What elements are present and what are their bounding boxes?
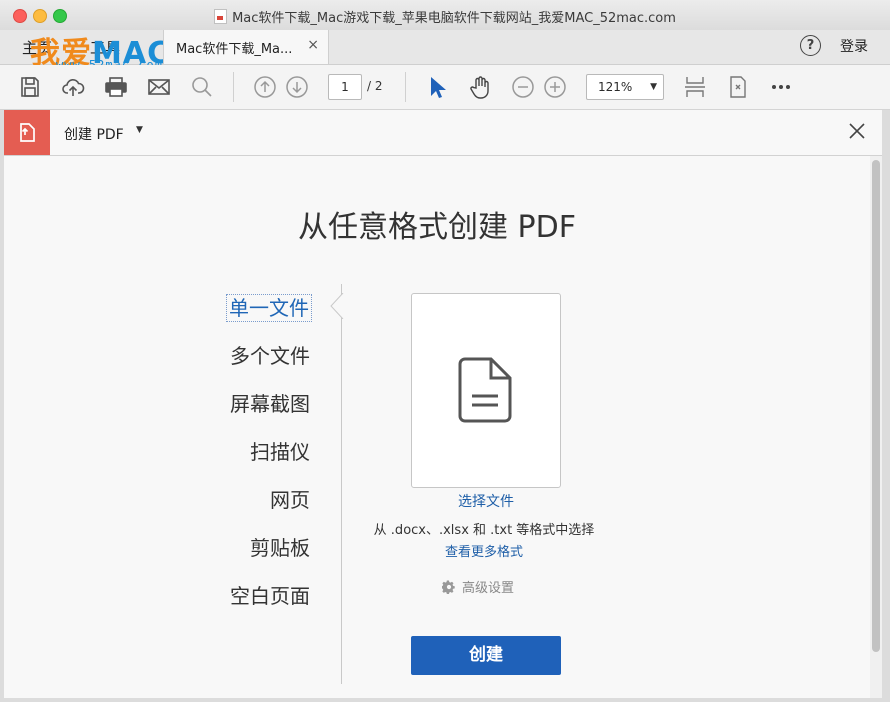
pdf-document-icon [214, 9, 228, 24]
main-toolbar: 1 / 2 121% ▼ [0, 65, 890, 110]
close-tool-icon[interactable] [847, 121, 867, 145]
create-pdf-tool-icon [4, 110, 50, 155]
page-number-input[interactable]: 1 [328, 74, 362, 100]
select-cursor-icon[interactable] [425, 75, 449, 99]
close-tab-icon[interactable]: × [307, 37, 319, 53]
option-web-page[interactable]: 网页 [4, 484, 310, 513]
scrollbar-thumb[interactable] [872, 160, 880, 652]
toolbar-divider [233, 72, 234, 102]
hand-tool-icon[interactable] [468, 75, 492, 99]
page-title: 从任意格式创建 PDF [298, 210, 576, 245]
window-titlebar: Mac软件下载_Mac游戏下载_苹果电脑软件下载网站_我爱MAC_52mac.c… [0, 0, 890, 30]
create-button[interactable]: 创建 [411, 636, 561, 675]
zoom-select[interactable]: 121% ▼ [586, 74, 664, 100]
advanced-settings-link[interactable]: 高级设置 [442, 577, 514, 596]
print-icon[interactable] [104, 75, 128, 99]
supported-formats-text: 从 .docx、.xlsx 和 .txt 等格式中选择 [373, 523, 595, 538]
file-drop-card[interactable] [411, 293, 561, 488]
document-icon [458, 357, 512, 423]
zoom-value: 121% [598, 80, 633, 94]
option-single-file[interactable]: 单一文件 [4, 292, 312, 322]
next-page-icon[interactable] [285, 75, 309, 99]
toolbar-divider [405, 72, 406, 102]
window-title: Mac软件下载_Mac游戏下载_苹果电脑软件下载网站_我爱MAC_52mac.c… [232, 11, 676, 26]
window-title-container: Mac软件下载_Mac游戏下载_苹果电脑软件下载网站_我爱MAC_52mac.c… [0, 7, 890, 26]
option-scanner[interactable]: 扫描仪 [4, 436, 310, 465]
create-pdf-menu-label[interactable]: 创建 PDF [64, 124, 124, 144]
option-blank-page[interactable]: 空白页面 [4, 580, 310, 609]
option-multiple-files[interactable]: 多个文件 [4, 340, 310, 369]
page-total: / 2 [367, 79, 383, 93]
more-options-icon[interactable] [769, 75, 793, 99]
more-formats-link[interactable]: 查看更多格式 [384, 541, 584, 560]
tab-document[interactable]: Mac软件下载_Ma... × [163, 30, 329, 64]
zoom-in-icon[interactable] [543, 75, 567, 99]
chevron-down-icon: ▼ [650, 82, 657, 92]
search-icon[interactable] [190, 75, 214, 99]
zoom-out-icon[interactable] [511, 75, 535, 99]
selection-pointer [330, 293, 344, 319]
fit-page-icon[interactable] [683, 75, 707, 99]
advanced-settings-label: 高级设置 [462, 581, 515, 596]
choose-file-link[interactable]: 选择文件 [411, 491, 561, 511]
login-button[interactable]: 登录 [840, 36, 868, 56]
email-icon[interactable] [147, 75, 171, 99]
option-screenshot[interactable]: 屏幕截图 [4, 388, 310, 417]
create-pdf-tool-header: 创建 PDF ▼ [4, 110, 882, 156]
create-pdf-panel: 从任意格式创建 PDF 单一文件 多个文件 屏幕截图 扫描仪 网页 剪贴板 空白… [4, 156, 870, 698]
tab-bar: 主页 工具 我爱MAC www.52mac.com Mac软件下载_Ma... … [0, 30, 890, 72]
option-clipboard[interactable]: 剪贴板 [4, 532, 310, 561]
rotate-page-icon[interactable] [726, 75, 750, 99]
help-icon[interactable]: ? [800, 35, 821, 56]
chevron-down-icon[interactable]: ▼ [136, 125, 143, 135]
options-divider [341, 284, 342, 684]
gear-icon [442, 580, 455, 594]
watermark-logo: 我爱MAC www.52mac.com [30, 30, 180, 72]
previous-page-icon[interactable] [253, 75, 277, 99]
cloud-upload-icon[interactable] [61, 75, 85, 99]
tab-document-label: Mac软件下载_Ma... [176, 42, 293, 57]
save-icon[interactable] [18, 75, 42, 99]
